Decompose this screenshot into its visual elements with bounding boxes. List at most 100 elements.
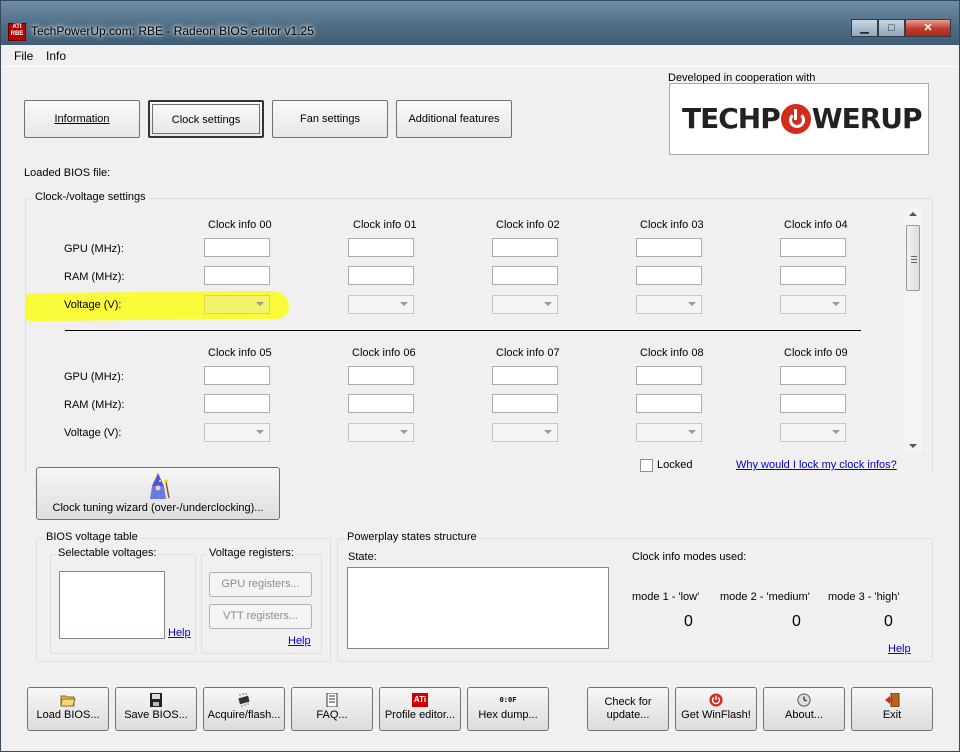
gpu-clock-field-07[interactable]	[492, 366, 558, 385]
gpu-label-bottom: GPU (MHz):	[64, 371, 124, 383]
close-button[interactable]: ✕	[905, 19, 951, 37]
ram-clock-field-03[interactable]	[636, 266, 702, 285]
chevron-down-icon	[256, 430, 264, 434]
ram-clock-field-06[interactable]	[348, 394, 414, 413]
open-folder-icon	[60, 695, 76, 707]
scroll-down-icon[interactable]	[909, 444, 917, 448]
maximize-button[interactable]: □	[878, 19, 905, 37]
clock-info-header: Clock info 07	[496, 347, 560, 359]
window-title: TechPowerUp.com: RBE - Radeon BIOS edito…	[31, 24, 314, 38]
chevron-down-icon	[688, 430, 696, 434]
title-bar[interactable]: ATI RBE TechPowerUp.com: RBE - Radeon BI…	[1, 1, 959, 45]
tab-information-label: Information	[54, 113, 110, 125]
tab-information[interactable]: Information	[24, 100, 140, 138]
clock-settings-scrollbar[interactable]	[905, 207, 922, 453]
gpu-clock-field-09[interactable]	[780, 366, 846, 385]
rbe-app-icon[interactable]: ATI RBE	[8, 23, 26, 41]
mode-low-count: 0	[684, 613, 693, 630]
scrollbar-thumb[interactable]	[906, 225, 920, 291]
minimize-button[interactable]: ▁	[851, 19, 878, 37]
voltage-help-link[interactable]: Help	[168, 627, 191, 639]
mode-medium-count: 0	[792, 613, 801, 630]
voltage-combo-05[interactable]	[204, 423, 270, 442]
chevron-down-icon	[832, 430, 840, 434]
power-icon	[780, 103, 811, 134]
exit-button[interactable]: Exit	[851, 687, 933, 731]
gpu-clock-field-00[interactable]	[204, 238, 270, 257]
gpu-clock-field-08[interactable]	[636, 366, 702, 385]
clock-row-separator	[65, 330, 861, 331]
check-update-label-1: Check for	[604, 696, 652, 708]
voltage-combo-07[interactable]	[492, 423, 558, 442]
chevron-down-icon	[400, 430, 408, 434]
logo-text-right: WERUP	[811, 102, 923, 135]
powerplay-state-list[interactable]	[347, 567, 609, 649]
voltage-combo-04[interactable]	[780, 295, 846, 314]
tab-fan-settings[interactable]: Fan settings	[272, 100, 388, 138]
check-update-button[interactable]: Check for update...	[587, 687, 669, 731]
registers-help-link[interactable]: Help	[288, 635, 311, 647]
acquire-flash-button[interactable]: Acquire/flash...	[203, 687, 285, 731]
voltage-combo-00[interactable]	[204, 295, 270, 314]
gpu-clock-field-06[interactable]	[348, 366, 414, 385]
load-bios-button[interactable]: Load BIOS...	[27, 687, 109, 731]
clock-tuning-wizard-button[interactable]: Clock tuning wizard (over-/underclocking…	[36, 467, 280, 520]
voltage-label-bottom: Voltage (V):	[64, 427, 122, 439]
locked-checkbox[interactable]	[640, 459, 653, 472]
tab-clock-settings-label: Clock settings	[171, 114, 241, 126]
tab-clock-settings[interactable]: Clock settings	[148, 100, 264, 138]
techpowerup-logo[interactable]: TECHP WERUP	[669, 83, 929, 155]
faq-button[interactable]: FAQ...	[291, 687, 373, 731]
wizard-button-label: Clock tuning wizard (over-/underclocking…	[52, 502, 264, 514]
ram-clock-field-05[interactable]	[204, 394, 270, 413]
exit-door-icon	[885, 693, 900, 707]
clock-info-header: Clock info 09	[784, 347, 848, 359]
menu-file[interactable]: File	[14, 49, 33, 63]
ram-clock-field-04[interactable]	[780, 266, 846, 285]
ram-clock-field-07[interactable]	[492, 394, 558, 413]
vtt-registers-button[interactable]: VTT registers...	[209, 604, 312, 629]
powerplay-help-link[interactable]: Help	[888, 643, 911, 655]
ram-clock-field-09[interactable]	[780, 394, 846, 413]
gpu-clock-field-01[interactable]	[348, 238, 414, 257]
voltage-combo-01[interactable]	[348, 295, 414, 314]
ram-clock-field-08[interactable]	[636, 394, 702, 413]
menu-info[interactable]: Info	[46, 49, 66, 63]
gpu-clock-field-05[interactable]	[204, 366, 270, 385]
document-icon	[326, 693, 338, 707]
voltage-combo-03[interactable]	[636, 295, 702, 314]
wizard-icon	[150, 473, 170, 499]
voltage-combo-02[interactable]	[492, 295, 558, 314]
info-clock-icon	[797, 693, 811, 707]
gpu-registers-button[interactable]: GPU registers...	[209, 572, 312, 597]
scroll-up-icon[interactable]	[909, 212, 917, 216]
voltage-combo-08[interactable]	[636, 423, 702, 442]
gpu-clock-field-02[interactable]	[492, 238, 558, 257]
tab-fan-settings-label: Fan settings	[300, 113, 360, 125]
clock-info-header: Clock info 06	[352, 347, 416, 359]
about-label: About...	[785, 709, 823, 721]
hex-dump-button[interactable]: 0:0F Hex dump...	[467, 687, 549, 731]
ram-clock-field-02[interactable]	[492, 266, 558, 285]
main-window: ATI RBE TechPowerUp.com: RBE - Radeon BI…	[0, 0, 960, 752]
about-button[interactable]: About...	[763, 687, 845, 731]
gpu-clock-field-04[interactable]	[780, 238, 846, 257]
lock-info-link[interactable]: Why would I lock my clock infos?	[736, 459, 897, 471]
ram-clock-field-01[interactable]	[348, 266, 414, 285]
selectable-voltages-list[interactable]	[59, 571, 165, 639]
profile-editor-button[interactable]: ATi Profile editor...	[379, 687, 461, 731]
locked-label: Locked	[657, 459, 693, 471]
voltage-combo-09[interactable]	[780, 423, 846, 442]
check-update-label-2: update...	[606, 709, 650, 721]
voltage-combo-06[interactable]	[348, 423, 414, 442]
tab-additional-features[interactable]: Additional features	[396, 100, 512, 138]
loaded-bios-label: Loaded BIOS file:	[24, 167, 111, 179]
save-bios-button[interactable]: Save BIOS...	[115, 687, 197, 731]
get-winflash-button[interactable]: Get WinFlash!	[675, 687, 757, 731]
clock-modes-used-label: Clock info modes used:	[632, 551, 747, 563]
grip-icon	[911, 256, 917, 263]
mode-high-label: mode 3 - 'high'	[828, 591, 900, 603]
voltage-registers-title: Voltage registers:	[207, 547, 296, 559]
ram-clock-field-00[interactable]	[204, 266, 270, 285]
gpu-clock-field-03[interactable]	[636, 238, 702, 257]
